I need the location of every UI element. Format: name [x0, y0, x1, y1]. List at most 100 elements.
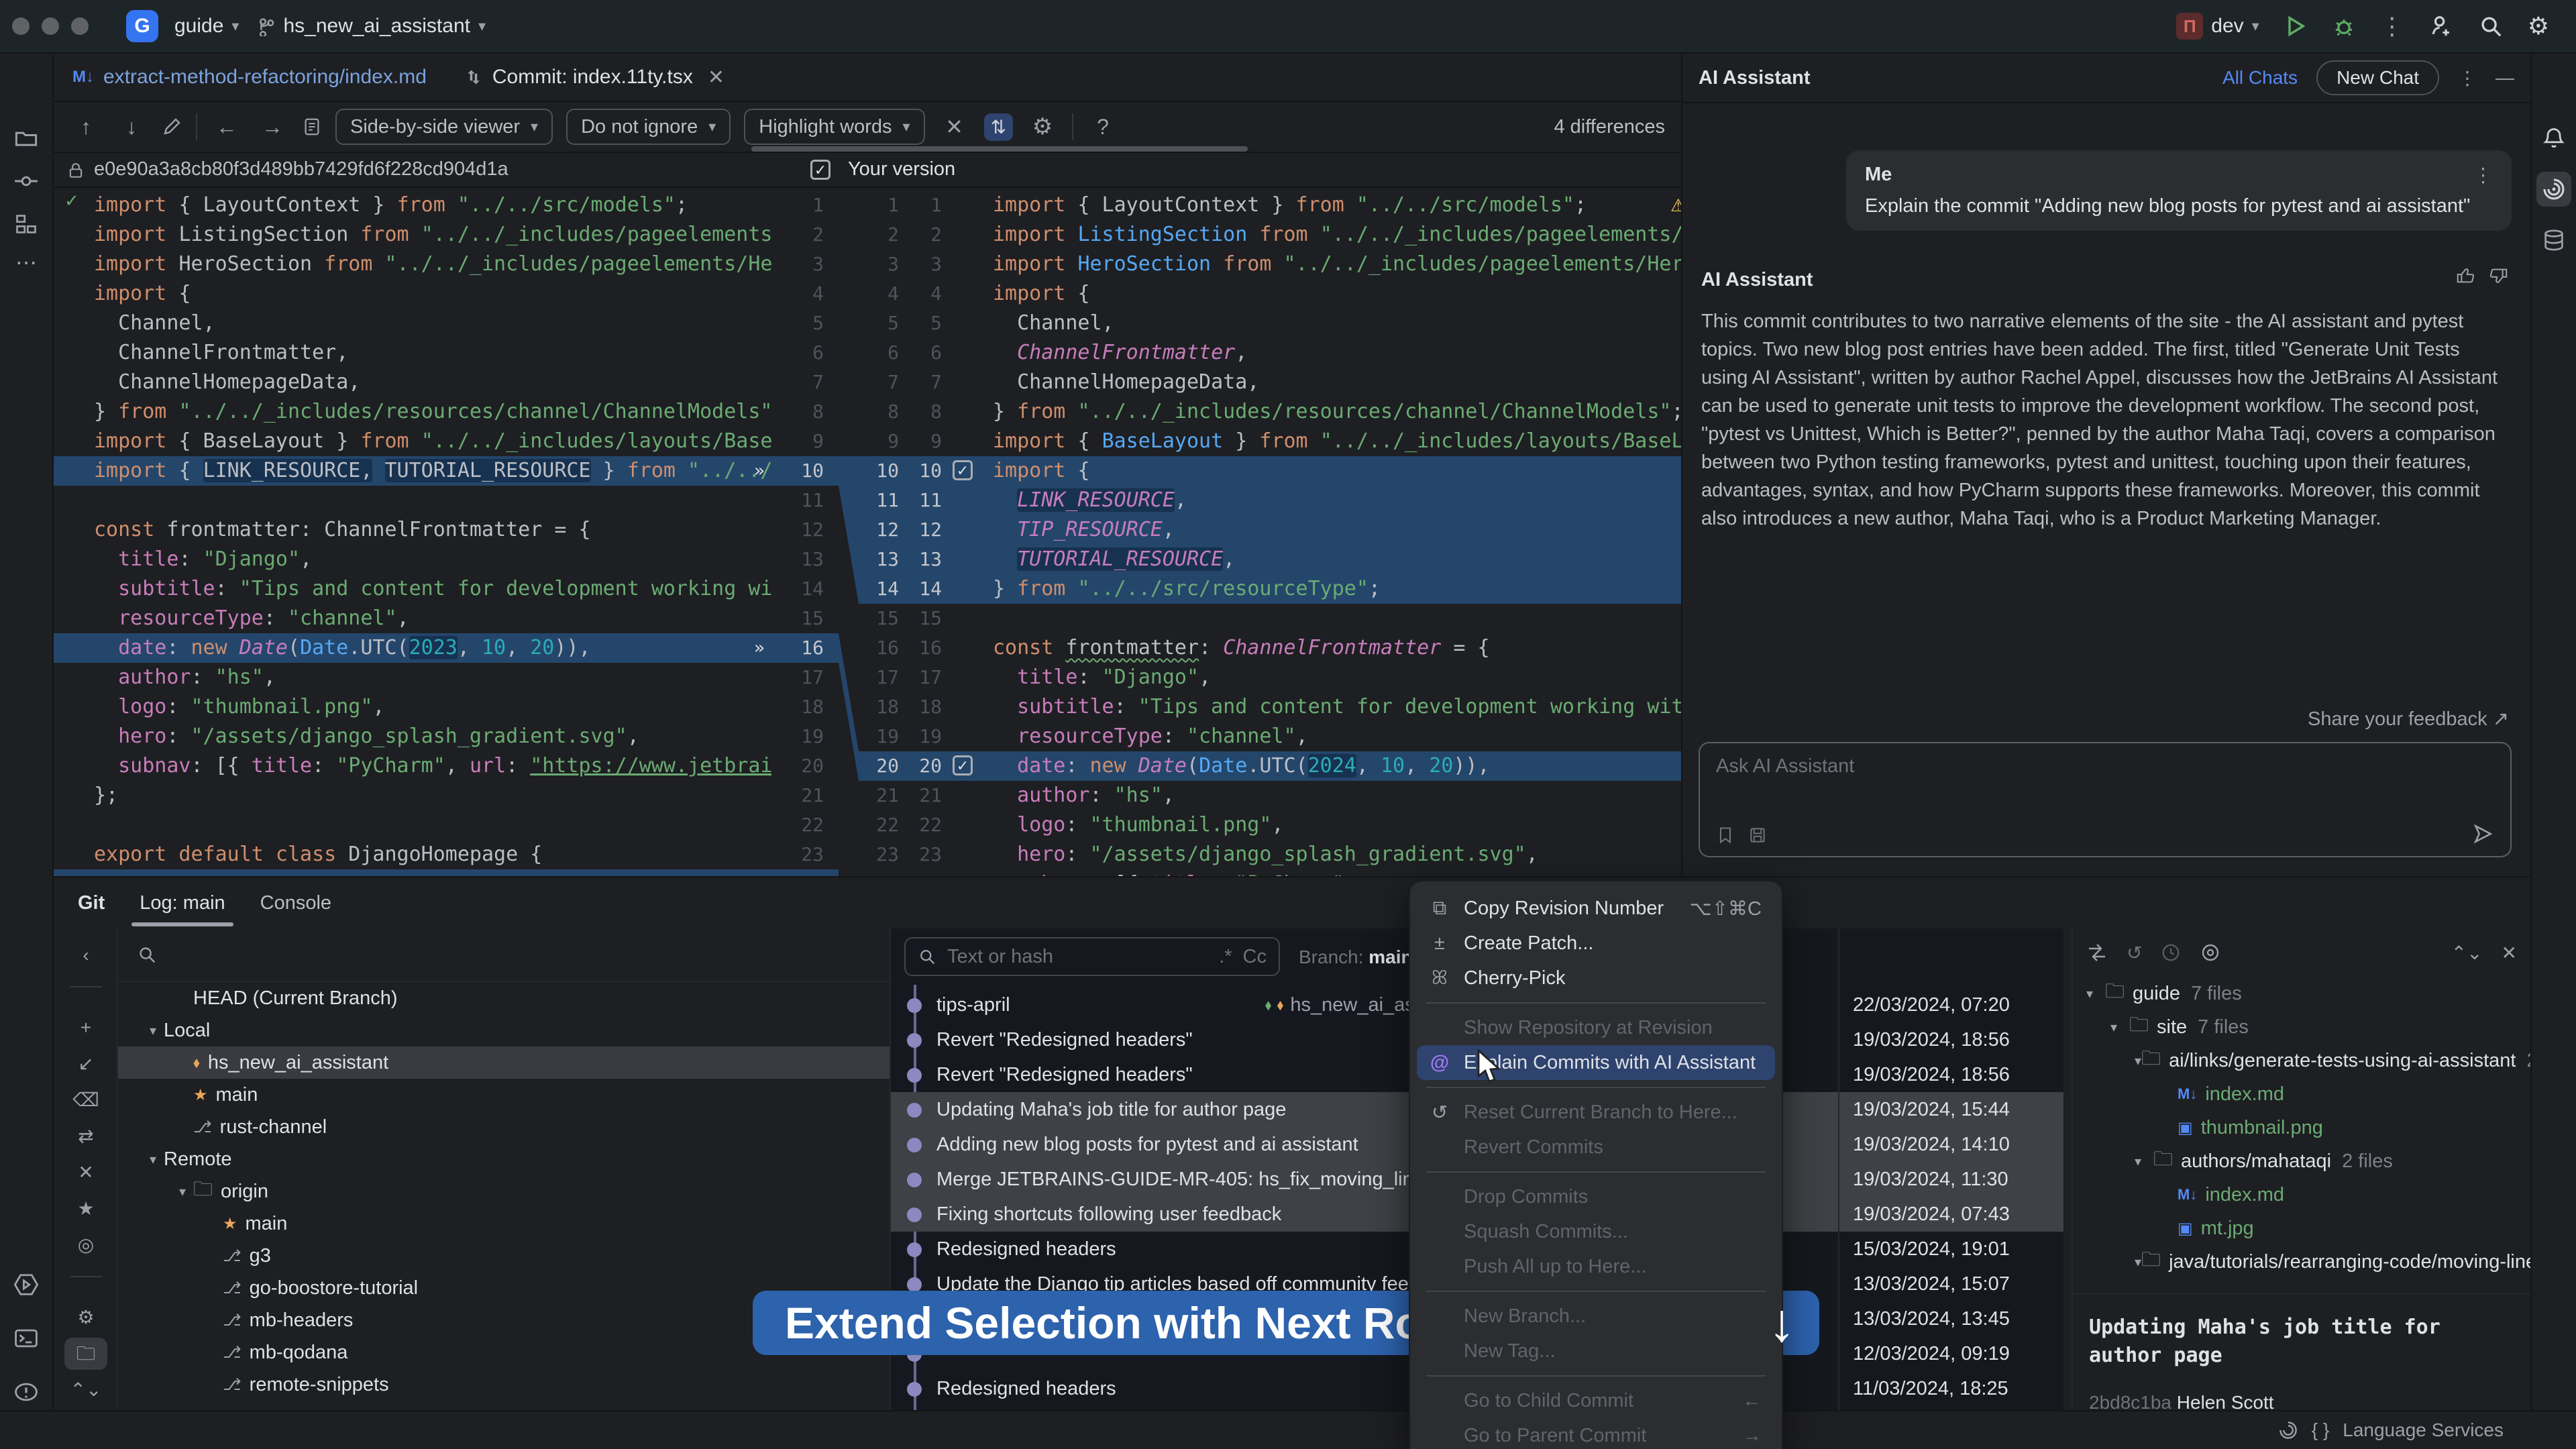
- branch-item-main[interactable]: ★main: [118, 1208, 890, 1240]
- message-menu-icon[interactable]: ⋮: [2473, 164, 2493, 187]
- expand-all-icon[interactable]: ⌃⌄: [2451, 942, 2483, 964]
- file-row-thumbnail-png[interactable]: ▣thumbnail.png: [2073, 1111, 2530, 1144]
- collapse-all-icon[interactable]: ✕: [2502, 942, 2517, 964]
- whitespace-dropdown[interactable]: Do not ignore▾: [566, 109, 731, 145]
- diff-settings-gear-icon[interactable]: ⚙: [1026, 113, 1059, 140]
- delete-branch-icon[interactable]: ⌫: [54, 1084, 118, 1116]
- branch-item-remote[interactable]: ▾Remote: [118, 1143, 890, 1175]
- prev-change-button[interactable]: ↑: [70, 115, 102, 140]
- branch-item-remote-snippets[interactable]: ⎇remote-snippets: [118, 1368, 890, 1401]
- branch-search-row[interactable]: [118, 928, 890, 982]
- diff-code-area[interactable]: import { LayoutContext } from "../../src…: [54, 188, 1681, 876]
- commit-tool-icon[interactable]: [14, 169, 38, 193]
- all-chats-link[interactable]: All Chats: [2222, 67, 2298, 89]
- regex-toggle[interactable]: .*: [1219, 946, 1232, 968]
- menu-item-copy-revision-number[interactable]: ⧉Copy Revision Number⌥⇧⌘C: [1417, 891, 1775, 926]
- match-case-toggle[interactable]: Cc: [1243, 946, 1267, 968]
- services-tool-icon[interactable]: [13, 1272, 39, 1297]
- file-row-guide[interactable]: ▾🗀guide7 files: [2073, 977, 2530, 1010]
- file-row-authors-mahataqi[interactable]: ▾🗀authors/mahataqi2 files: [2073, 1144, 2530, 1178]
- collapse-unchanged-icon[interactable]: ✕: [938, 114, 971, 140]
- include-change-checkbox[interactable]: ✓: [953, 755, 973, 775]
- menu-item-create-patch-[interactable]: ±Create Patch...: [1417, 926, 1775, 961]
- project-tool-icon[interactable]: [14, 126, 38, 150]
- branch-item-local[interactable]: ▾Local: [118, 1014, 890, 1046]
- close-window-button[interactable]: [12, 17, 30, 35]
- back-button[interactable]: ←: [211, 115, 243, 140]
- project-selector[interactable]: guide▾: [174, 15, 239, 38]
- branch-item-main[interactable]: ★main: [118, 1079, 890, 1111]
- branch-item-rust-channel[interactable]: ⎇rust-channel: [118, 1111, 890, 1143]
- search-everywhere-button[interactable]: [2478, 13, 2504, 39]
- search-icon[interactable]: ✕: [54, 1157, 118, 1189]
- console-tab[interactable]: Console: [260, 892, 331, 914]
- branch-item-hs-new-ai-assistant[interactable]: ⬧hs_new_ai_assistant: [118, 1046, 890, 1079]
- show-paths-icon[interactable]: 🗀: [64, 1338, 107, 1370]
- commit-search-field[interactable]: Text or hash .* Cc: [904, 937, 1280, 976]
- branch-item-g3[interactable]: ⎇g3: [118, 1240, 890, 1272]
- send-message-icon[interactable]: [2471, 822, 2494, 845]
- next-change-button[interactable]: ↓: [115, 115, 148, 140]
- terminal-tool-icon[interactable]: [13, 1326, 39, 1351]
- file-row-index-md[interactable]: M↓index.md: [2073, 1077, 2530, 1111]
- sync-scroll-toggle[interactable]: ⇅: [984, 113, 1013, 141]
- settings-button[interactable]: ⚙: [2528, 12, 2549, 40]
- forward-button[interactable]: →: [256, 115, 288, 140]
- add-branch-icon[interactable]: +: [54, 1012, 118, 1044]
- include-change-checkbox[interactable]: ✓: [953, 460, 973, 480]
- debug-button[interactable]: [2332, 14, 2356, 38]
- branch-item-origin[interactable]: ▾🗀origin: [118, 1175, 890, 1208]
- share-feedback-link[interactable]: Share your feedback ↗: [2308, 707, 2509, 731]
- close-tab-icon[interactable]: ✕: [708, 66, 724, 89]
- settings-icon[interactable]: ⚙: [54, 1301, 118, 1334]
- menu-item-explain-commits-with-ai-assistant[interactable]: @Explain Commits with AI Assistant: [1417, 1045, 1775, 1080]
- more-tools-icon[interactable]: ⋯: [15, 250, 37, 275]
- favorites-icon[interactable]: ★: [54, 1193, 118, 1225]
- file-row-java-tutorials-rearranging-code-moving-lines-a[interactable]: ▾🗀java/tutorials/rearranging-code/moving…: [2073, 1245, 2530, 1279]
- collapse-icon[interactable]: ‹: [54, 939, 118, 971]
- edit-icon[interactable]: [161, 116, 182, 138]
- run-button[interactable]: [2284, 14, 2308, 38]
- file-row-index-md[interactable]: M↓index.md: [2073, 1178, 2530, 1212]
- file-list-icon[interactable]: [302, 116, 322, 138]
- database-tool-icon[interactable]: [2542, 228, 2566, 252]
- language-services-status[interactable]: Language Services: [2343, 1419, 2504, 1441]
- navigate-icon[interactable]: ◎: [54, 1229, 118, 1261]
- ai-panel-minimize-icon[interactable]: —: [2496, 67, 2514, 89]
- more-actions-button[interactable]: ⋮: [2380, 12, 2404, 40]
- commit-hash[interactable]: 2bd8c1ba: [2089, 1392, 2171, 1410]
- tab-extract-method-refactoring[interactable]: M↓ extract-method-refactoring/index.md: [54, 54, 445, 101]
- compare-icon[interactable]: [2086, 942, 2108, 963]
- menu-item-cherry-pick[interactable]: ꕤCherry-Pick: [1417, 961, 1775, 996]
- log-main-tab[interactable]: Log: main: [140, 892, 225, 914]
- history-icon[interactable]: [2161, 943, 2181, 963]
- run-configuration-selector[interactable]: Π dev▾: [2176, 13, 2259, 40]
- problems-tool-icon[interactable]: [13, 1379, 39, 1405]
- ai-assistant-tool-icon-selected[interactable]: [2536, 172, 2571, 207]
- highlight-mode-dropdown[interactable]: Highlight words▾: [744, 109, 924, 145]
- ai-status-icon[interactable]: [2278, 1420, 2298, 1440]
- file-row-ai-links-generate-tests-using-ai-assistant[interactable]: ▾🗀ai/links/generate-tests-using-ai-assis…: [2073, 1044, 2530, 1077]
- tab-scrollbar[interactable]: [751, 146, 1248, 152]
- compare-branches-icon[interactable]: ⇄: [54, 1120, 118, 1152]
- file-row-site[interactable]: ▾🗀site7 files: [2073, 1010, 2530, 1044]
- thumbs-down-icon[interactable]: [2489, 266, 2509, 286]
- add-user-button[interactable]: [2428, 13, 2454, 39]
- file-row-mt-jpg[interactable]: ▣mt.jpg: [2073, 1212, 2530, 1245]
- structure-tool-icon[interactable]: [14, 212, 38, 236]
- ai-panel-menu-icon[interactable]: ⋮: [2458, 67, 2477, 89]
- branch-item-head-current-branch-[interactable]: HEAD (Current Branch): [118, 982, 890, 1014]
- ai-input-box[interactable]: Ask AI Assistant: [1699, 742, 2512, 857]
- help-icon[interactable]: ?: [1087, 115, 1119, 140]
- expand-collapse-icon[interactable]: ⌃⌄: [54, 1374, 118, 1406]
- git-tab[interactable]: Git: [78, 892, 105, 914]
- viewer-mode-dropdown[interactable]: Side-by-side viewer▾: [335, 109, 553, 145]
- checkout-icon[interactable]: ↙: [54, 1048, 118, 1080]
- notifications-bell-icon[interactable]: [2542, 126, 2566, 150]
- rollback-icon[interactable]: ↺: [2127, 942, 2142, 964]
- scope-icon[interactable]: [2200, 942, 2221, 963]
- new-chat-button[interactable]: New Chat: [2316, 60, 2439, 95]
- thumbs-up-icon[interactable]: [2455, 266, 2475, 286]
- save-prompt-icon[interactable]: [1748, 825, 1767, 845]
- prompt-library-icon[interactable]: [1716, 825, 1735, 845]
